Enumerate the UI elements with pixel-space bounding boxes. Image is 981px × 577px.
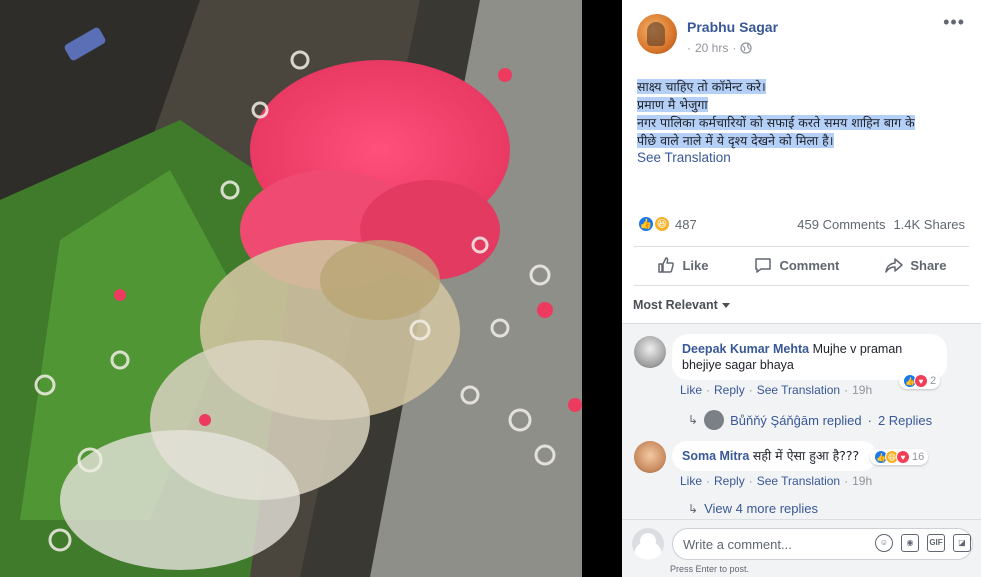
photo-image <box>0 0 582 577</box>
share-button[interactable]: Share <box>884 255 946 275</box>
sort-label: Most Relevant <box>633 298 718 312</box>
divider <box>634 285 969 286</box>
comment-like-link[interactable]: Like <box>680 474 702 488</box>
comment-see-translation-link[interactable]: See Translation <box>757 383 840 397</box>
commenter-name[interactable]: Soma Mitra <box>682 449 749 463</box>
composer-tools: ☺ ◉ GIF ◪ <box>875 534 971 552</box>
comment-input-placeholder: Write a comment... <box>683 536 792 552</box>
composer-hint: Press Enter to post. <box>670 564 750 574</box>
dot-separator: · <box>748 474 753 488</box>
author-avatar[interactable] <box>637 14 677 54</box>
shares-count[interactable]: 1.4K Shares <box>893 217 965 232</box>
like-button[interactable]: Like <box>656 255 708 275</box>
reply-arrow-icon: ↳ <box>688 413 699 427</box>
post-text-line: पीछे वाले नाले में ये दृश्य देखने को मिल… <box>637 133 834 148</box>
replier-name: Bůňňý Şáňĝām replied <box>730 412 862 428</box>
comment-reaction-count: 2 <box>930 375 937 387</box>
comment-actions: Like · Reply · See Translation · 19h <box>680 383 872 397</box>
comment-reactions[interactable]: 👍 😆 ♥ 16 <box>870 449 929 465</box>
dot-separator: · <box>867 412 872 428</box>
comment-see-translation-link[interactable]: See Translation <box>757 474 840 488</box>
dot-separator: · <box>706 474 711 488</box>
see-translation-link[interactable]: See Translation <box>637 150 731 165</box>
comment-time[interactable]: 19h <box>852 474 872 488</box>
dot-separator: · <box>844 383 849 397</box>
comment-like-link[interactable]: Like <box>680 383 702 397</box>
thumbs-up-icon <box>658 257 675 273</box>
reply-arrow-icon: ↳ <box>688 501 699 516</box>
dot-separator: · <box>844 474 849 488</box>
reaction-count: 487 <box>675 216 697 232</box>
share-icon <box>885 258 904 273</box>
comment-reply-link[interactable]: Reply <box>714 474 745 488</box>
comment-icon <box>755 258 772 273</box>
share-label: Share <box>910 257 947 273</box>
comment-reactions[interactable]: 👍 ♥ 2 <box>899 373 941 389</box>
post-text: साक्ष्य चाहिए तो कॉमेन्ट करे। प्रमाण मै … <box>637 78 967 150</box>
sticker-icon[interactable]: ◪ <box>953 534 971 552</box>
dot-separator: · <box>732 41 737 55</box>
divider <box>634 246 969 247</box>
current-user-avatar <box>632 528 664 560</box>
more-options-icon[interactable]: ••• <box>943 12 965 33</box>
engagement-counts: 459 Comments 1.4K Shares <box>797 217 965 232</box>
commenter-avatar[interactable] <box>634 441 666 473</box>
dot-separator: · <box>748 383 753 397</box>
comment-sort-dropdown[interactable]: Most Relevant <box>633 298 730 312</box>
dot-separator: · <box>706 383 711 397</box>
camera-icon[interactable]: ◉ <box>901 534 919 552</box>
like-label: Like <box>682 257 709 273</box>
comment-actions: Like · Reply · See Translation · 19h <box>680 474 872 488</box>
commenter-name[interactable]: Deepak Kumar Mehta <box>682 342 809 356</box>
reaction-summary[interactable]: 👍 😆 487 <box>637 215 697 233</box>
comment-composer: Write a comment... ☺ ◉ GIF ◪ Press Enter… <box>622 519 981 577</box>
caret-down-icon <box>721 303 730 309</box>
post-text-line: साक्ष्य चाहिए तो कॉमेन्ट करे। <box>637 79 766 94</box>
globe-icon <box>740 42 753 54</box>
post-text-line: नगर पालिका कर्मचारियों को सफाई करते समय … <box>637 115 915 130</box>
comment-bubble: Soma Mitra सही में ऐसा हुआ है??? <box>672 441 877 471</box>
comments-count[interactable]: 459 Comments <box>797 217 885 232</box>
love-reaction-icon: ♥ <box>914 374 928 388</box>
more-replies-label: View 4 more replies <box>704 501 818 516</box>
replies-summary[interactable]: ↳ Bůňňý Şáňĝām replied · 2 Replies <box>688 410 932 430</box>
comment-text: सही में ऐसा हुआ है??? <box>752 448 860 463</box>
author-name[interactable]: Prabhu Sagar <box>687 19 778 35</box>
comment-button[interactable]: Comment <box>753 255 839 275</box>
view-more-replies-link[interactable]: ↳ View 4 more replies <box>688 501 818 516</box>
post-panel: Prabhu Sagar · 20 hrs · ••• साक्ष्य चाहि… <box>622 0 981 577</box>
haha-reaction-icon: 😆 <box>653 215 671 233</box>
commenter-avatar[interactable] <box>634 336 666 368</box>
post-actions: Like Comment Share <box>634 248 969 282</box>
replier-avatar <box>704 410 725 430</box>
emoji-icon[interactable]: ☺ <box>875 534 893 552</box>
comment-reply-link[interactable]: Reply <box>714 383 745 397</box>
post-time[interactable]: 20 hrs <box>695 41 728 55</box>
replies-count: 2 Replies <box>877 412 933 428</box>
dot-separator: · <box>687 41 691 55</box>
love-reaction-icon: ♥ <box>896 450 910 464</box>
gif-icon[interactable]: GIF <box>927 534 945 552</box>
post-text-line: प्रमाण मै भेजुगा <box>637 97 708 112</box>
comment-reaction-count: 16 <box>912 451 925 463</box>
comment-time[interactable]: 19h <box>852 383 872 397</box>
post-meta: · 20 hrs · <box>687 41 753 55</box>
comment-label: Comment <box>779 257 840 273</box>
comments-list: Deepak Kumar Mehta Mujhe v praman bhejiy… <box>622 323 981 519</box>
photo-border <box>582 0 622 577</box>
post-photo[interactable] <box>0 0 582 577</box>
